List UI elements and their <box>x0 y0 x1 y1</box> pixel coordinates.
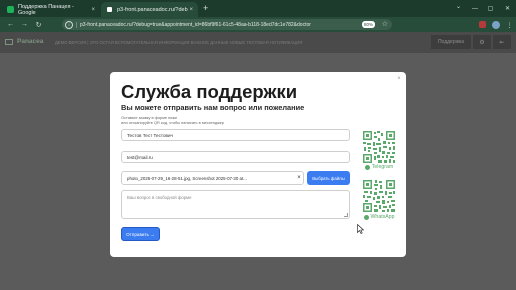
hint-line: или отсканируйте QR код, чтобы написать … <box>121 120 225 126</box>
address-bar[interactable]: i p3-front.panaceadoc.ru/?debug=true&app… <box>62 19 392 30</box>
star-icon[interactable]: ☆ <box>382 20 388 29</box>
toolbar-icons: ⋮ <box>476 17 516 32</box>
url-text[interactable]: p3-front.panaceadoc.ru/?debug=true&appoi… <box>80 22 330 28</box>
question-textarea[interactable]: Ваш вопрос в свободной форме <box>121 190 350 219</box>
tab-close-icon[interactable]: × <box>189 7 193 13</box>
tab-search-icon[interactable]: ⌄ <box>456 3 461 10</box>
address-separator <box>76 21 77 28</box>
back-icon[interactable]: ← <box>5 19 16 30</box>
file-attachments-field[interactable]: photo_2025-07-29_16-28-51.jpg, Screensho… <box>121 171 304 185</box>
telegram-qr-code <box>362 130 396 164</box>
minimize-icon[interactable]: — <box>468 0 482 17</box>
name-field[interactable]: Тестов Тест Тестович <box>121 129 350 141</box>
telegram-icon <box>364 164 370 170</box>
profile-icon[interactable] <box>492 20 500 29</box>
modal-title: Служба поддержки <box>121 81 298 102</box>
zoom-badge[interactable]: 80% <box>361 21 375 28</box>
extension-icon[interactable] <box>479 21 486 28</box>
browser-tab-bar: Поддержка Панацея - Google × p3-front.pa… <box>0 0 516 17</box>
tab-title: p3-front.panaceadoc.ru/?deb <box>117 6 188 13</box>
tab-title: Поддержка Панацея - Google <box>18 3 74 16</box>
reload-icon[interactable]: ↻ <box>33 19 44 30</box>
remove-files-icon[interactable]: × <box>295 173 303 183</box>
close-icon[interactable]: × <box>395 75 403 83</box>
telegram-label: Telegram <box>371 164 394 170</box>
window-controls: — ▢ ✕ <box>468 0 516 17</box>
whatsapp-caption: WhatsApp <box>362 214 396 220</box>
browser-tab-app[interactable]: p3-front.panaceadoc.ru/?deb × <box>101 2 198 17</box>
resize-grip-icon[interactable] <box>344 213 348 217</box>
maximize-icon[interactable]: ▢ <box>482 0 499 17</box>
site-logo[interactable]: Panacea <box>5 38 43 45</box>
logo-icon <box>5 38 13 45</box>
whatsapp-label: WhatsApp <box>370 214 395 220</box>
tab-favicon-icon <box>106 6 113 13</box>
collapse-icon[interactable]: ⇤ <box>493 35 511 49</box>
email-field[interactable]: test@mail.ru <box>121 151 350 163</box>
site-logo-text: Panacea <box>17 38 44 45</box>
mouse-cursor-icon <box>357 224 364 234</box>
close-window-icon[interactable]: ✕ <box>499 0 516 17</box>
tab-favicon-icon <box>7 6 14 13</box>
tab-close-icon[interactable]: × <box>91 7 95 13</box>
send-button[interactable]: Отправить → <box>121 227 160 241</box>
whatsapp-qr-code <box>362 179 396 213</box>
settings-icon[interactable]: ⚙ <box>473 35 491 49</box>
modal-subtitle: Вы можете отправить нам вопрос или пожел… <box>121 103 305 112</box>
browser-tab-support[interactable]: Поддержка Панацея - Google × <box>2 2 100 17</box>
forward-icon[interactable]: → <box>19 19 30 30</box>
textarea-placeholder: Ваш вопрос в свободной форме <box>127 195 192 200</box>
demo-notice: ДЕМО-ВЕРСИЯ | ЭТО ОСТАЯ ВСПОМОГАТЕЛЬНАЯ … <box>55 40 303 45</box>
new-tab-button[interactable]: + <box>203 3 208 14</box>
choose-files-button[interactable]: Выбрать файлы <box>307 171 350 185</box>
whatsapp-icon <box>363 214 369 220</box>
support-link[interactable]: Поддержка <box>431 35 471 49</box>
modal-hint: Оставьте заявку в форме ниже или отскани… <box>121 115 224 125</box>
menu-icon[interactable]: ⋮ <box>503 21 516 29</box>
telegram-caption: Telegram <box>362 164 396 170</box>
site-info-icon[interactable]: i <box>65 20 73 29</box>
